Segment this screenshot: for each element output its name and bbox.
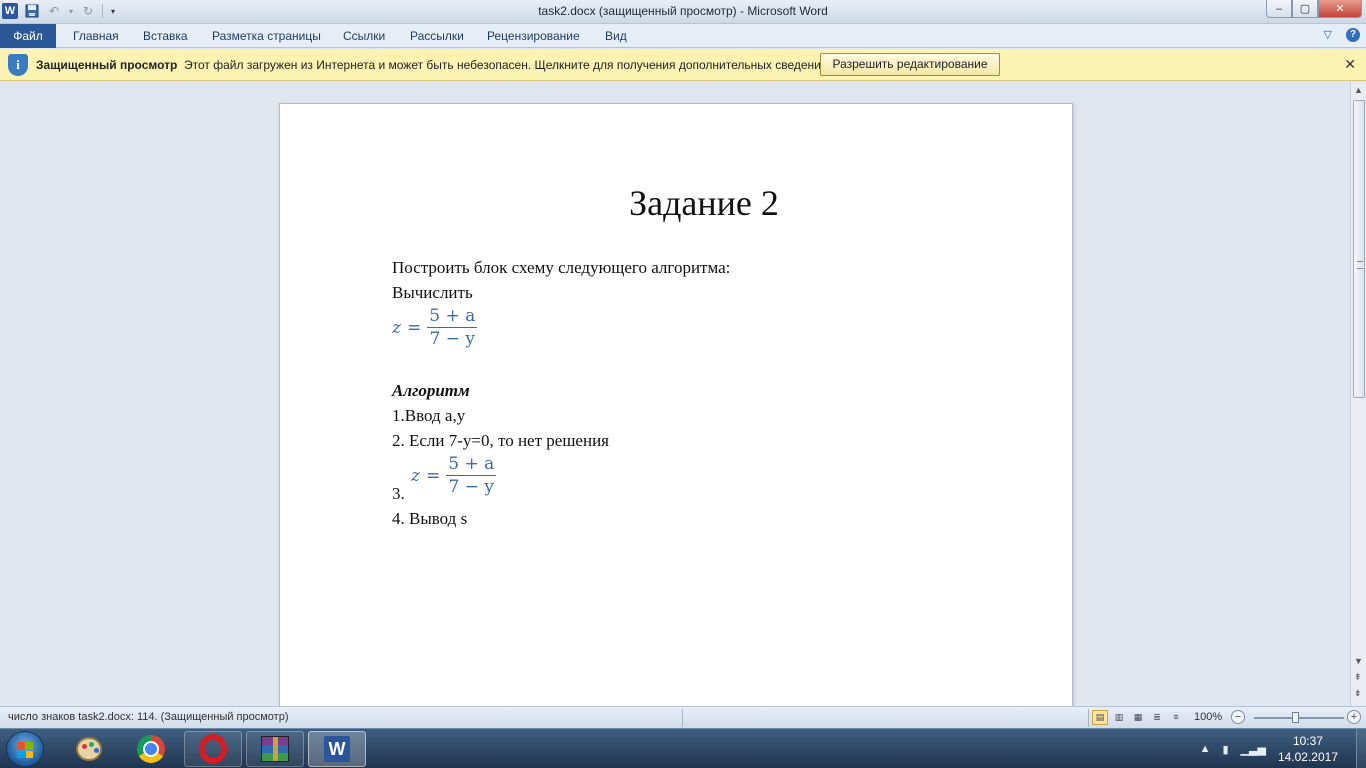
protected-view-bar[interactable]: i Защищенный просмотр Этот файл загружен… xyxy=(0,49,1366,81)
vertical-scrollbar[interactable]: ▲ ▼ ⇞ ⇟ xyxy=(1350,82,1366,706)
maximize-button[interactable]: ▢ xyxy=(1292,0,1318,18)
start-button[interactable] xyxy=(6,731,44,767)
tab-page-layout[interactable]: Разметка страницы xyxy=(212,24,321,48)
title-bar: W ↶ ▾ ↻ ▾ task2.docx (защищенный просмот… xyxy=(0,0,1366,24)
opera-icon xyxy=(199,734,227,764)
taskbar: W ▲ ▮ ▁▃▅ 10:37 14.02.2017 xyxy=(0,728,1366,768)
zoom-slider[interactable] xyxy=(1254,717,1344,719)
battery-icon[interactable]: ▮ xyxy=(1222,743,1228,756)
window-title: task2.docx (защищенный просмотр) - Micro… xyxy=(538,4,828,18)
taskbar-chrome[interactable] xyxy=(122,731,180,767)
status-separator xyxy=(1088,709,1089,727)
outline-icon[interactable]: ≣ xyxy=(1149,710,1165,725)
formula-denominator: 7 − y xyxy=(448,477,494,497)
formula-equals: = xyxy=(425,465,441,486)
tab-file[interactable]: Файл xyxy=(0,24,56,48)
network-icon[interactable]: ▁▃▅ xyxy=(1241,743,1266,756)
formula-numerator: 5 + a xyxy=(427,306,478,328)
print-layout-icon[interactable]: ▤ xyxy=(1092,710,1108,725)
formula-lhs: z xyxy=(411,465,420,486)
next-page-icon[interactable]: ⇟ xyxy=(1354,688,1362,699)
clock-date: 14.02.2017 xyxy=(1277,750,1338,764)
tab-view[interactable]: Вид xyxy=(605,24,627,48)
windows-logo-icon xyxy=(17,742,33,758)
zoom-slider-thumb[interactable] xyxy=(1292,712,1299,723)
chrome-icon xyxy=(137,735,165,763)
collapse-ribbon-icon[interactable]: ▽ xyxy=(1324,28,1332,42)
taskbar-word[interactable]: W xyxy=(308,731,366,767)
system-tray: ▲ ▮ ▁▃▅ 10:37 14.02.2017 xyxy=(1200,729,1366,768)
tab-home[interactable]: Главная xyxy=(73,24,119,48)
winrar-icon xyxy=(261,736,289,762)
step-4: 4. Вывод s xyxy=(392,509,468,528)
grip-icon xyxy=(1357,261,1363,269)
status-bar: число знаков task2.docx: 114. (Защищенны… xyxy=(0,706,1366,728)
document-area[interactable]: Задание 2 Построить блок схему следующег… xyxy=(0,82,1350,706)
step-3: 3. xyxy=(392,484,405,503)
previous-page-icon[interactable]: ⇞ xyxy=(1354,672,1362,683)
formula-1: z = 5 + a 7 − y xyxy=(392,306,478,349)
show-hidden-icons-icon[interactable]: ▲ xyxy=(1200,743,1211,755)
formula-fraction: 5 + a 7 − y xyxy=(446,454,497,497)
zoom-in-icon[interactable]: + xyxy=(1347,710,1361,724)
tab-review[interactable]: Рецензирование xyxy=(487,24,580,48)
paint-icon xyxy=(76,737,102,761)
scroll-down-icon[interactable]: ▼ xyxy=(1354,656,1363,666)
scroll-up-icon[interactable]: ▲ xyxy=(1354,85,1363,95)
help-icon[interactable]: ? xyxy=(1346,28,1360,42)
formula-numerator: 5 + a xyxy=(446,454,497,476)
formula-equals: = xyxy=(406,317,422,338)
step-2: 2. Если 7-y=0, то нет решения xyxy=(392,431,609,450)
taskbar-winrar[interactable] xyxy=(246,731,304,767)
document-heading: Задание 2 xyxy=(629,183,779,223)
word-icon: W xyxy=(324,736,350,762)
tab-references[interactable]: Ссылки xyxy=(343,24,385,48)
tab-mailings[interactable]: Рассылки xyxy=(410,24,464,48)
step-1: 1.Ввод a,y xyxy=(392,406,466,425)
window-controls: – ▢ ✕ xyxy=(1266,0,1362,18)
clock[interactable]: 10:37 14.02.2017 xyxy=(1278,733,1338,765)
ribbon-tabs: Файл Главная Вставка Разметка страницы С… xyxy=(0,24,1366,48)
scroll-thumb[interactable] xyxy=(1353,100,1365,398)
taskbar-opera[interactable] xyxy=(184,731,242,767)
web-layout-icon[interactable]: ▦ xyxy=(1130,710,1146,725)
task-line: Построить блок схему следующего алгоритм… xyxy=(392,258,731,277)
enable-editing-button[interactable]: Разрешить редактирование xyxy=(820,53,1000,76)
formula-denominator: 7 − y xyxy=(429,329,475,349)
close-button[interactable]: ✕ xyxy=(1318,0,1362,18)
taskbar-paint[interactable] xyxy=(60,731,118,767)
word-count-status[interactable]: число знаков task2.docx: 114. (Защищенны… xyxy=(8,711,289,723)
protected-view-message[interactable]: Этот файл загружен из Интернета и может … xyxy=(184,58,831,72)
show-desktop-button[interactable] xyxy=(1356,729,1366,768)
full-screen-reading-icon[interactable]: ▥ xyxy=(1111,710,1127,725)
status-separator xyxy=(682,709,683,727)
document-page[interactable]: Задание 2 Построить блок схему следующег… xyxy=(279,103,1073,706)
protected-view-title: Защищенный просмотр xyxy=(36,58,178,72)
compute-line: Вычислить xyxy=(392,283,473,302)
formula-2: z = 5 + a 7 − y xyxy=(411,454,497,497)
zoom-out-icon[interactable]: − xyxy=(1231,710,1245,724)
zoom-level[interactable]: 100% xyxy=(1194,711,1222,723)
minimize-button[interactable]: – xyxy=(1266,0,1292,18)
ribbon-right-icons: ▽ ? xyxy=(1324,28,1360,42)
draft-icon[interactable]: ≡ xyxy=(1168,710,1184,725)
close-bar-icon[interactable]: ✕ xyxy=(1344,56,1356,73)
formula-lhs: z xyxy=(392,317,401,338)
tab-insert[interactable]: Вставка xyxy=(143,24,188,48)
clock-time: 10:37 xyxy=(1292,734,1323,748)
view-buttons: ▤ ▥ ▦ ≣ ≡ xyxy=(1092,710,1184,725)
formula-fraction: 5 + a 7 − y xyxy=(427,306,478,349)
algorithm-title: Алгоритм xyxy=(392,381,470,400)
shield-info-icon: i xyxy=(8,54,28,76)
